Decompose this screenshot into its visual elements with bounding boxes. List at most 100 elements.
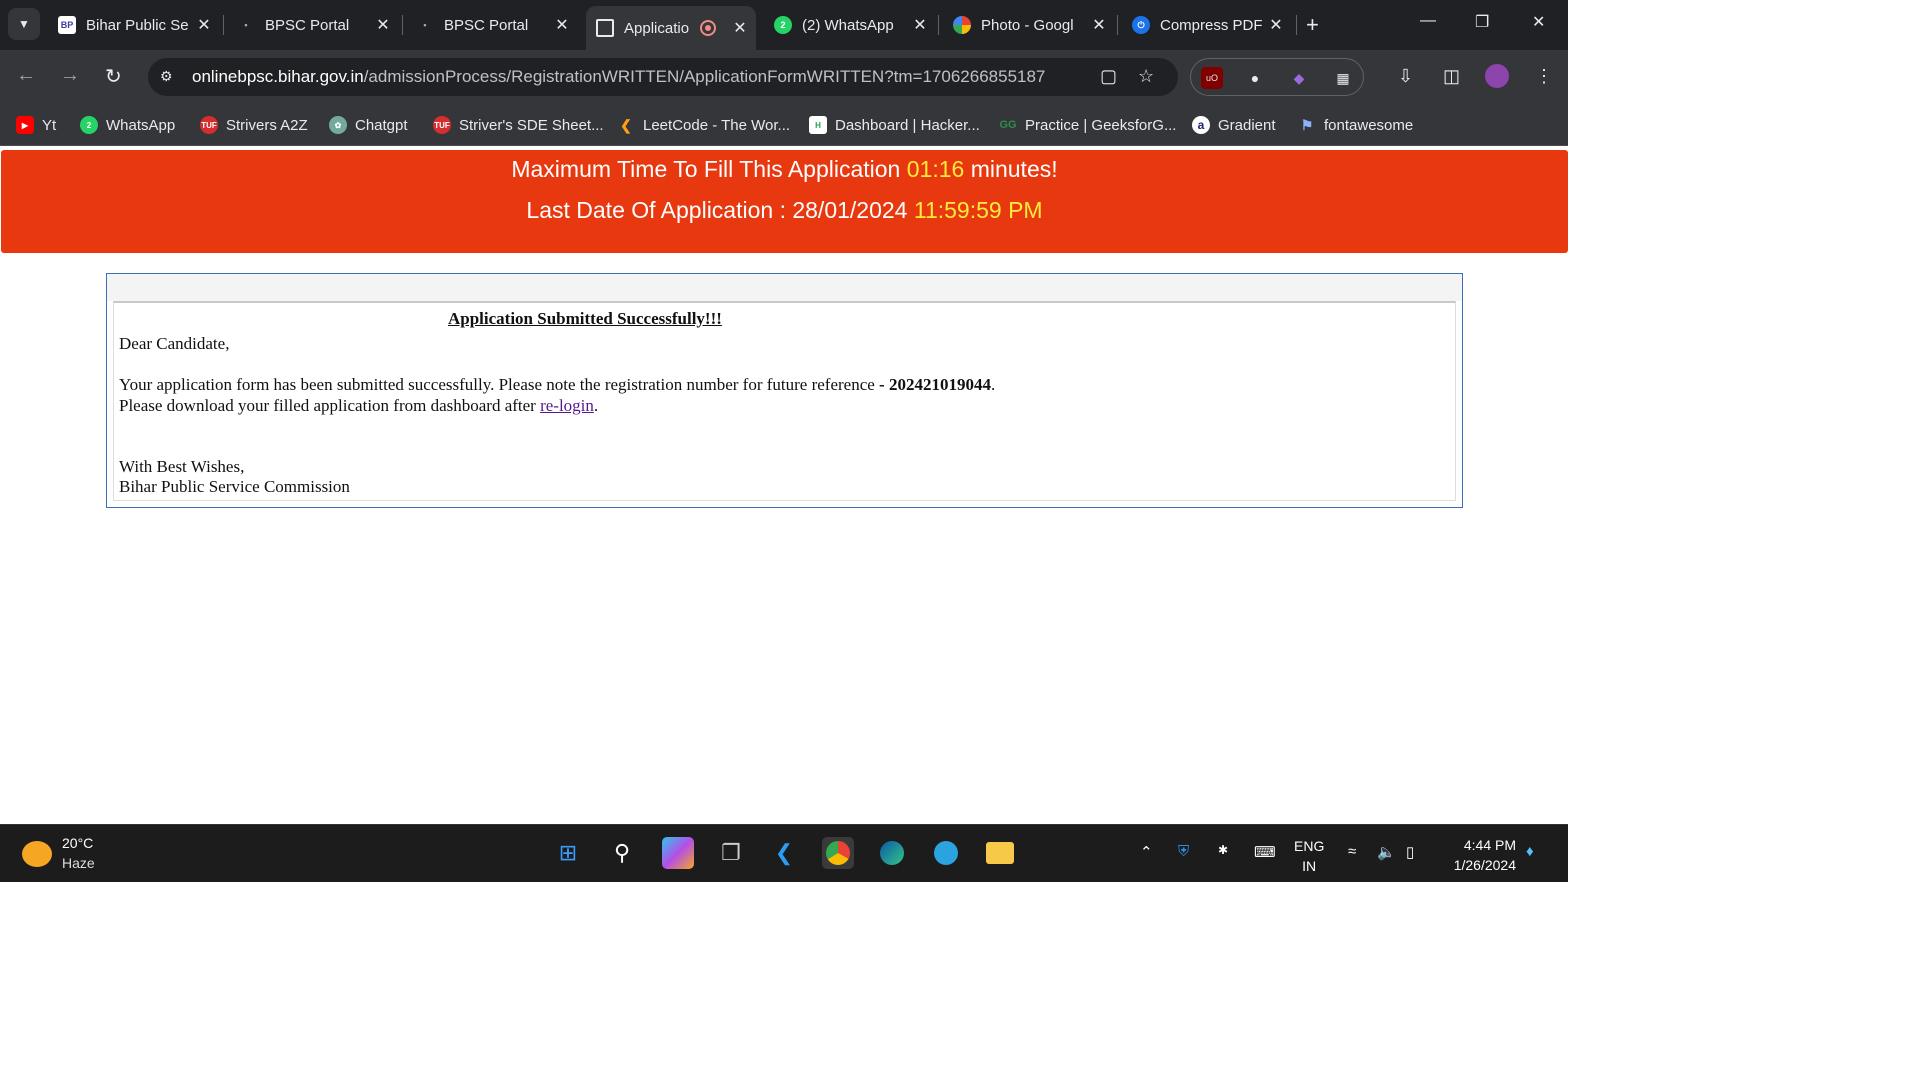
- registration-number: 202421019044: [888, 375, 991, 394]
- compress-pdf-icon: ⏻: [1132, 16, 1150, 34]
- deadline-time: 11:59:59 PM: [913, 197, 1043, 223]
- edge-icon[interactable]: [876, 837, 908, 869]
- back-button[interactable]: ←: [16, 64, 36, 87]
- tab-separator: [1117, 15, 1118, 35]
- close-icon: ✕: [1532, 14, 1546, 31]
- new-tab-button[interactable]: +: [1306, 12, 1319, 38]
- restore-button[interactable]: ❐: [1475, 12, 1489, 32]
- close-icon[interactable]: ✕: [552, 15, 572, 35]
- extensions-group: uO ● ◆ ▦: [1190, 58, 1364, 96]
- tab-separator: [1296, 15, 1297, 35]
- relogin-link[interactable]: re-login: [540, 396, 594, 415]
- haze-icon: [22, 841, 52, 867]
- camera-icon[interactable]: ▢: [1100, 66, 1117, 87]
- security-shield-icon[interactable]: ⛨: [1178, 843, 1189, 860]
- reload-button[interactable]: ↻: [105, 64, 122, 89]
- bookmark-yt[interactable]: ▶ Yt: [16, 114, 56, 136]
- restore-icon: ❐: [1475, 14, 1490, 31]
- puzzle-icon[interactable]: ▦: [1332, 67, 1354, 89]
- star-icon[interactable]: ☆: [1138, 66, 1154, 87]
- telegram-icon[interactable]: [930, 837, 962, 869]
- bookmark-strivers-a2z[interactable]: TUF Strivers A2Z: [200, 114, 308, 136]
- tuf-icon: TUF: [200, 116, 218, 134]
- close-icon[interactable]: ✕: [730, 18, 750, 38]
- bpsc-portal-icon: •: [423, 20, 427, 30]
- language-indicator[interactable]: ENG IN: [1294, 836, 1324, 876]
- bookmark-whatsapp[interactable]: 2 WhatsApp: [80, 114, 175, 136]
- bluetooth-icon[interactable]: ✱: [1218, 843, 1228, 857]
- tab-whatsapp[interactable]: 2 (2) WhatsApp ✕: [764, 6, 936, 44]
- tab-separator: [402, 15, 403, 35]
- task-view-icon[interactable]: ❐: [715, 837, 747, 869]
- close-icon[interactable]: ✕: [1089, 15, 1109, 35]
- menu-icon[interactable]: ⋮: [1535, 66, 1553, 87]
- confirmation-panel: Application Submitted Successfully!!! De…: [106, 273, 1463, 508]
- vscode-icon[interactable]: ❮: [768, 837, 800, 869]
- panel-header: [107, 274, 1462, 301]
- battery-icon[interactable]: ▯: [1406, 843, 1414, 861]
- close-icon[interactable]: ✕: [194, 15, 214, 35]
- bookmark-geeksforgeeks[interactable]: GG Practice | GeeksforG...: [999, 114, 1176, 136]
- signature: Bihar Public Service Commission: [119, 477, 350, 496]
- bookmark-hackerrank[interactable]: H Dashboard | Hacker...: [809, 114, 980, 136]
- application-page-icon: [596, 19, 614, 37]
- bookmarks-bar: ▶ Yt 2 WhatsApp TUF Strivers A2Z ✿ Chatgpt T…: [0, 104, 1568, 146]
- close-icon[interactable]: ✕: [1266, 15, 1286, 35]
- countdown-timer: 01:16: [906, 156, 965, 182]
- chevron-up-icon[interactable]: ⌃: [1140, 843, 1153, 861]
- volume-icon[interactable]: 🔈: [1377, 843, 1396, 861]
- notification-bell-icon[interactable]: ♦: [1526, 843, 1534, 860]
- download-instruction: Please download your filled application …: [119, 396, 599, 415]
- profile-avatar[interactable]: [1485, 64, 1509, 88]
- address-bar[interactable]: ⚙ onlinebpsc.bihar.gov.in/admissionProce…: [148, 58, 1178, 96]
- last-date-line: Last Date Of Application : 28/01/2024 11…: [526, 197, 1043, 223]
- bookmark-sde-sheet[interactable]: TUF Striver's SDE Sheet...: [433, 114, 604, 136]
- tab-application-active[interactable]: Applicatio ✕: [586, 6, 756, 50]
- tab-bpsc-portal-1[interactable]: • BPSC Portal ✕: [227, 6, 399, 44]
- copilot-icon[interactable]: [662, 837, 694, 869]
- chrome-icon[interactable]: [822, 837, 854, 869]
- windows-start-icon[interactable]: ⊞: [552, 837, 584, 869]
- gradient-icon: a: [1192, 116, 1210, 134]
- tab-google-photos[interactable]: Photo - Googl ✕: [943, 6, 1115, 44]
- wifi-icon[interactable]: ≈: [1348, 843, 1356, 860]
- chatgpt-icon: ✿: [329, 116, 347, 134]
- time-limit-line: Maximum Time To Fill This Application 01…: [511, 156, 1058, 182]
- close-icon[interactable]: ✕: [373, 15, 393, 35]
- close-icon[interactable]: ✕: [910, 15, 930, 35]
- tab-bihar-public[interactable]: BP Bihar Public Se ✕: [48, 6, 220, 44]
- close-window-button[interactable]: ✕: [1532, 12, 1545, 32]
- side-panel-icon[interactable]: ◫: [1443, 66, 1460, 87]
- taskbar: 20°C Haze ⊞ ⚲ ❐ ❮ ⌃ ⛨ ✱ ⌨ ENG IN ≈ 🔈 ▯ 4…: [0, 824, 1568, 882]
- url-text[interactable]: onlinebpsc.bihar.gov.in/admissionProcess…: [192, 67, 1045, 87]
- tab-compress-pdf[interactable]: ⏻ Compress PDF ✕: [1122, 6, 1292, 44]
- browser-toolbar: ← → ↻ ⚙ onlinebpsc.bihar.gov.in/admissio…: [0, 50, 1568, 104]
- recording-icon: [700, 20, 716, 36]
- file-explorer-icon[interactable]: [984, 837, 1016, 869]
- bookmark-chatgpt[interactable]: ✿ Chatgpt: [329, 114, 408, 136]
- greeting: Dear Candidate,: [119, 334, 230, 353]
- bookmark-leetcode[interactable]: ❮ LeetCode - The Wor...: [617, 114, 790, 136]
- flag-icon: ⚑: [1300, 116, 1314, 133]
- reload-icon: ↻: [105, 66, 122, 88]
- chevron-down-icon: ▼: [18, 17, 30, 31]
- youtube-icon: ▶: [16, 116, 34, 134]
- arrow-left-icon: ←: [16, 64, 36, 86]
- bookmark-gradient[interactable]: a Gradient: [1192, 114, 1276, 136]
- clock[interactable]: 4:44 PM 1/26/2024: [1442, 835, 1516, 875]
- whatsapp-icon: 2: [774, 16, 792, 34]
- minimize-button[interactable]: —: [1420, 12, 1436, 30]
- forward-button[interactable]: →: [60, 64, 80, 87]
- keyboard-icon[interactable]: ⌨: [1254, 843, 1276, 861]
- tab-bpsc-portal-2[interactable]: • BPSC Portal ✕: [406, 6, 578, 44]
- bookmark-fontawesome[interactable]: ⚑ fontawesome: [1298, 114, 1414, 136]
- download-icon[interactable]: ⇩: [1398, 66, 1413, 87]
- mouse-icon[interactable]: ●: [1244, 67, 1266, 89]
- bpsc-portal-icon: •: [244, 20, 248, 30]
- drop-icon[interactable]: ◆: [1288, 67, 1310, 89]
- search-icon[interactable]: ⚲: [606, 837, 638, 869]
- tab-search-button[interactable]: ▼: [8, 8, 40, 40]
- tuf-icon: TUF: [433, 116, 451, 134]
- ublock-icon[interactable]: uO: [1201, 67, 1223, 89]
- site-info-icon[interactable]: ⚙: [160, 68, 173, 85]
